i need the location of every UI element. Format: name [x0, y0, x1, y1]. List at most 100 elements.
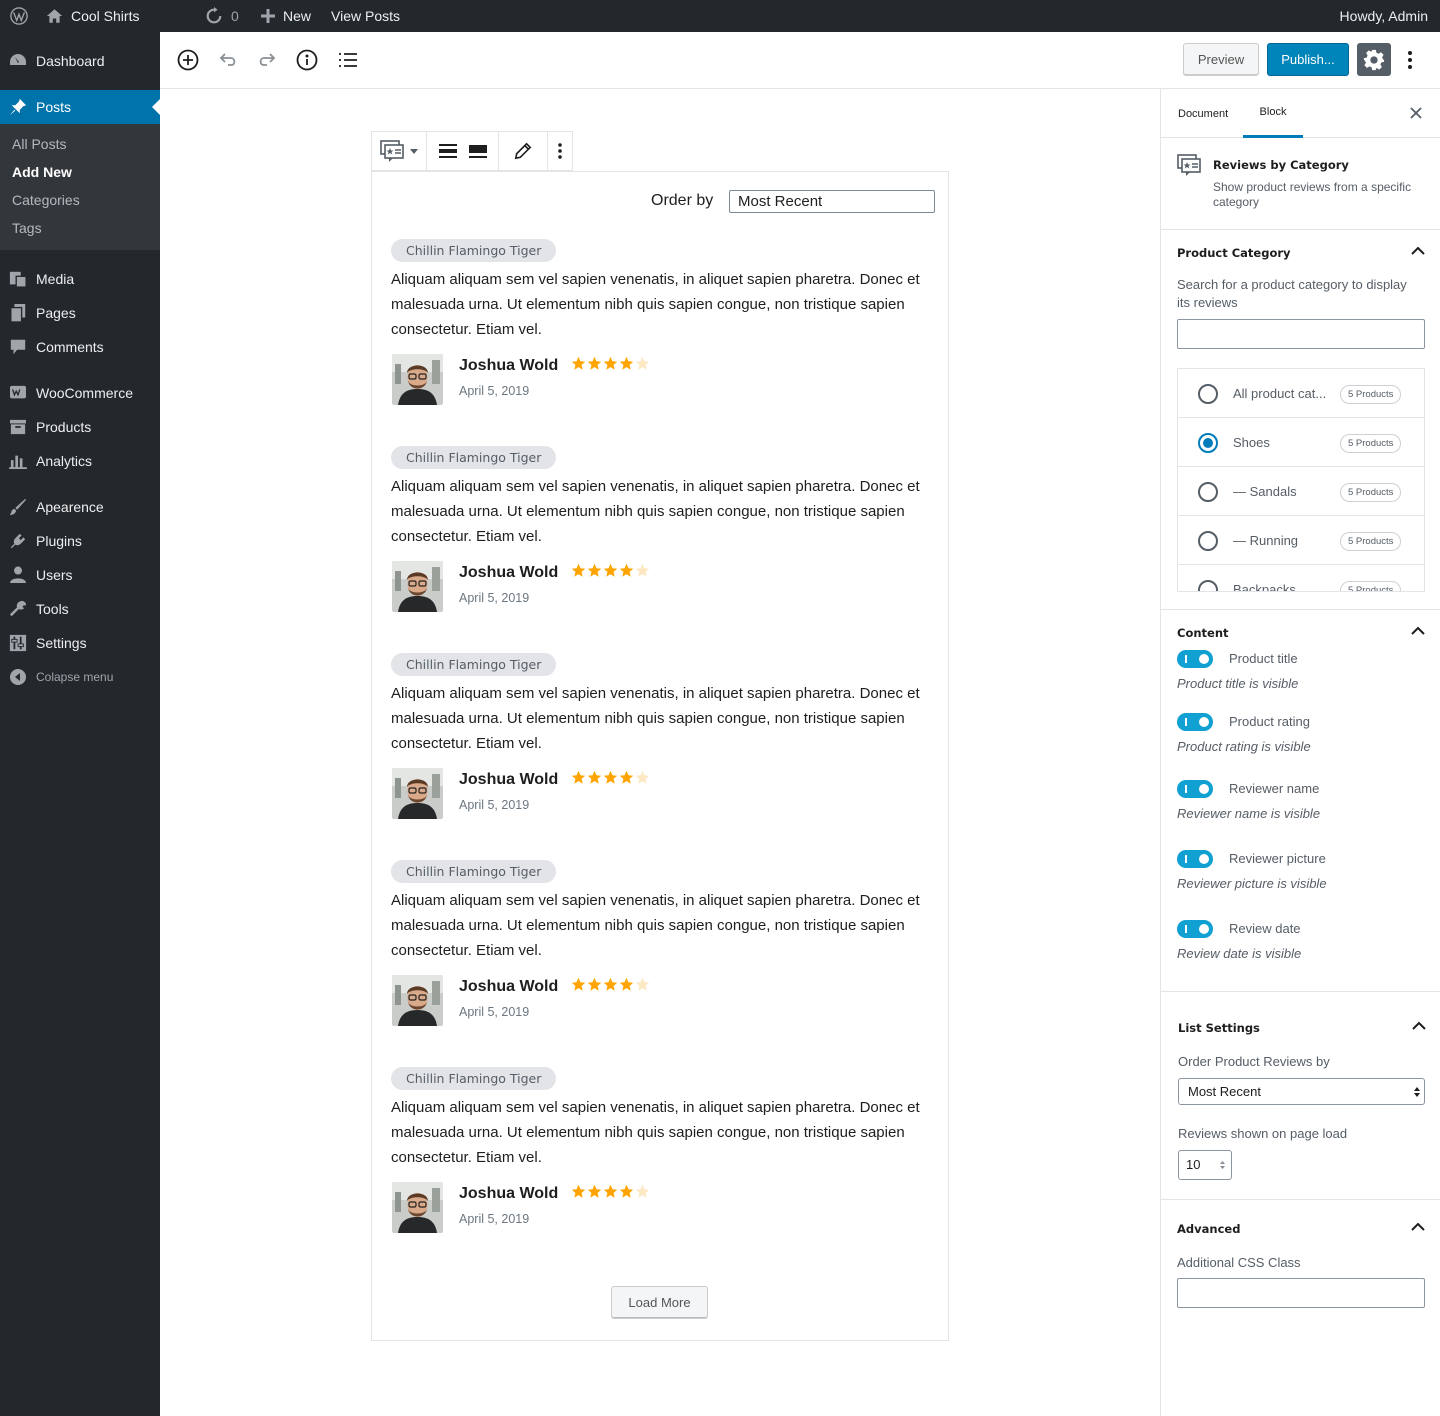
toggle-label: Reviewer name — [1229, 781, 1320, 796]
panel-title[interactable]: Product Category — [1177, 246, 1291, 260]
panel-title[interactable]: Content — [1177, 626, 1229, 640]
radio-button[interactable] — [1198, 482, 1218, 502]
submenu-add-new[interactable]: Add New — [12, 164, 72, 180]
chevron-up-icon[interactable] — [1411, 626, 1425, 636]
toggle-switch[interactable] — [1177, 780, 1213, 798]
reviews-block-icon — [1177, 154, 1201, 176]
category-option[interactable]: All product cat... 5 Products — [1178, 369, 1424, 418]
my-account-link[interactable]: Howdy, Admin — [1340, 0, 1428, 32]
category-option[interactable]: — Running 5 Products — [1178, 516, 1424, 565]
undo-icon — [219, 53, 236, 66]
align-wide-icon[interactable] — [438, 144, 457, 158]
reviewer-avatar — [392, 1182, 443, 1233]
block-more-options-button[interactable] — [548, 132, 572, 170]
site-name-link[interactable]: Cool Shirts — [46, 0, 139, 32]
toggle-switch[interactable] — [1177, 713, 1213, 731]
menu-users[interactable]: Users — [0, 558, 160, 592]
toggle-switch[interactable] — [1177, 650, 1213, 668]
orderby-select[interactable]: Most Recent — [729, 190, 935, 213]
chart-icon — [0, 453, 36, 469]
menu-dashboard[interactable]: Dashboard — [0, 44, 160, 78]
category-option[interactable]: — Sandals 5 Products — [1178, 467, 1424, 516]
tab-block[interactable]: Block — [1243, 89, 1303, 138]
menu-woocommerce[interactable]: WooCommerce — [0, 376, 160, 410]
reviewer-avatar — [392, 354, 443, 405]
align-full-icon[interactable] — [468, 144, 487, 158]
menu-label: Analytics — [36, 453, 93, 469]
panel-title[interactable]: List Settings — [1178, 1021, 1260, 1035]
chevron-up-icon[interactable] — [1412, 1021, 1426, 1031]
updates-link[interactable]: 0 — [205, 0, 239, 32]
block-switcher-button[interactable] — [372, 132, 427, 170]
menu-comments[interactable]: Comments — [0, 330, 160, 364]
chevron-up-icon[interactable] — [1411, 246, 1425, 256]
radio-button[interactable] — [1198, 531, 1218, 551]
product-tag[interactable]: Chillin Flamingo Tiger — [391, 239, 557, 262]
menu-media[interactable]: Media — [0, 262, 160, 296]
reviews-block-icon — [380, 140, 404, 162]
menu-analytics[interactable]: Analytics — [0, 444, 160, 478]
toggle-switch[interactable] — [1177, 850, 1213, 868]
admin-sidebar: Dashboard Posts All Posts Add New Catego… — [0, 32, 160, 1416]
load-more-button[interactable]: Load More — [611, 1286, 708, 1319]
settings-sidebar: Document Block Reviews by Category Show … — [1160, 89, 1440, 1416]
star-icon — [587, 770, 602, 784]
panel-title[interactable]: Advanced — [1177, 1222, 1240, 1236]
collapse-menu-button[interactable]: Colapse menu — [0, 666, 160, 688]
submenu-categories[interactable]: Categories — [12, 192, 80, 208]
menu-appearance[interactable]: Apearence — [0, 490, 160, 524]
menu-posts[interactable]: Posts — [0, 90, 160, 124]
publish-button[interactable]: Publish... — [1267, 43, 1349, 76]
radio-button[interactable] — [1198, 384, 1218, 404]
star-icon — [635, 563, 650, 577]
view-posts-link[interactable]: View Posts — [331, 0, 400, 32]
toggle-label: Review date — [1229, 921, 1301, 936]
wordpress-logo-icon[interactable] — [10, 0, 28, 32]
product-tag[interactable]: Chillin Flamingo Tiger — [391, 860, 557, 883]
settings-toggle-button[interactable] — [1357, 43, 1391, 76]
settings-icon — [0, 634, 36, 652]
toggle-help: Reviewer name is visible — [1177, 806, 1321, 821]
undo-button[interactable] — [215, 46, 243, 74]
tab-document[interactable]: Document — [1178, 89, 1228, 138]
menu-settings[interactable]: Settings — [0, 626, 160, 660]
updates-count: 0 — [231, 8, 239, 24]
toggle-switch[interactable] — [1177, 920, 1213, 938]
category-list: All product cat... 5 Products Shoes 5 Produ… — [1177, 368, 1425, 592]
menu-plugins[interactable]: Plugins — [0, 524, 160, 558]
radio-button[interactable] — [1198, 433, 1218, 453]
block-navigation-button[interactable] — [334, 46, 362, 74]
preview-button[interactable]: Preview — [1183, 43, 1259, 76]
submenu-tags[interactable]: Tags — [12, 220, 42, 236]
review-body: Aliquam aliquam sem vel sapien venenatis… — [391, 1099, 920, 1166]
alignment-group — [427, 132, 499, 170]
product-tag[interactable]: Chillin Flamingo Tiger — [391, 1067, 557, 1090]
product-tag[interactable]: Chillin Flamingo Tiger — [391, 653, 557, 676]
stepper-arrows-icon[interactable] — [1220, 1160, 1225, 1170]
menu-pages[interactable]: Pages — [0, 296, 160, 330]
category-option[interactable]: Backpacks 5 Products — [1178, 565, 1424, 591]
reviewer-name: Joshua Wold — [459, 564, 559, 581]
info-button[interactable] — [293, 46, 321, 74]
edit-button[interactable] — [499, 132, 548, 170]
close-sidebar-button[interactable] — [1409, 106, 1423, 125]
new-content-link[interactable]: New — [261, 0, 311, 32]
content-panel: Content Product title Product title is vi… — [1161, 610, 1440, 992]
more-menu-button[interactable] — [1398, 46, 1422, 74]
order-reviews-select[interactable]: Most Recent — [1178, 1078, 1425, 1105]
category-search-input[interactable] — [1177, 319, 1425, 349]
reviews-shown-input[interactable]: 10 — [1178, 1150, 1232, 1180]
add-block-button[interactable] — [174, 46, 202, 74]
menu-label: Media — [36, 271, 75, 287]
redo-button[interactable] — [252, 46, 280, 74]
submenu-all-posts[interactable]: All Posts — [12, 136, 66, 152]
chevron-up-icon[interactable] — [1411, 1222, 1425, 1232]
category-option[interactable]: Shoes 5 Products — [1178, 418, 1424, 467]
reviews-by-category-block[interactable]: Order by Most Recent Chillin Flamingo Ti… — [371, 171, 949, 1341]
review-rating — [571, 563, 650, 578]
menu-products[interactable]: Products — [0, 410, 160, 444]
radio-button[interactable] — [1198, 580, 1218, 591]
product-tag[interactable]: Chillin Flamingo Tiger — [391, 446, 557, 469]
css-class-input[interactable] — [1177, 1278, 1425, 1308]
menu-tools[interactable]: Tools — [0, 592, 160, 626]
